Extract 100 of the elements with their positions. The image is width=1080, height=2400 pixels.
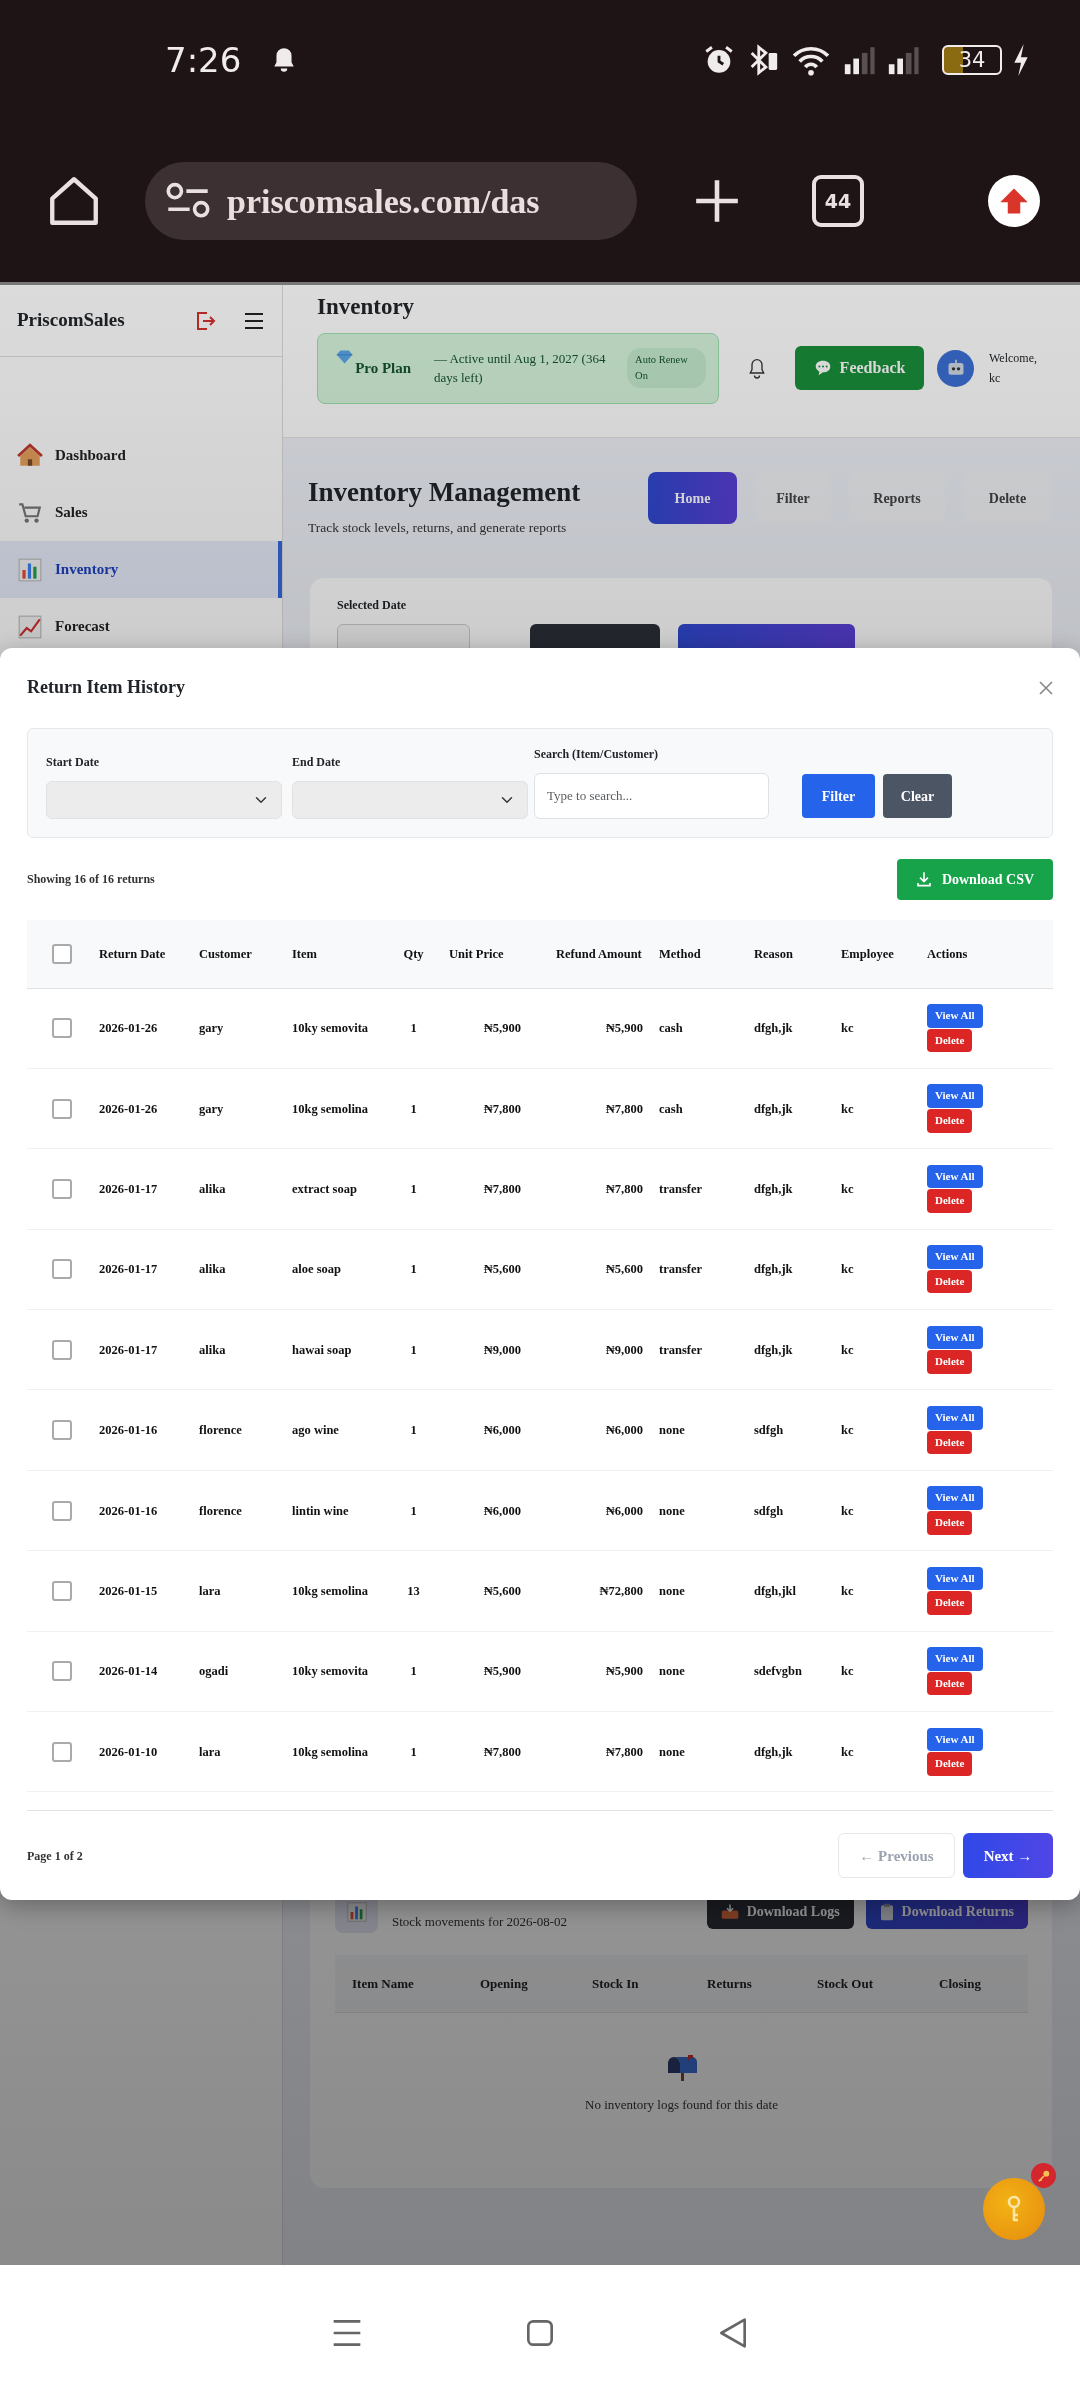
table-cell: kc [833,1470,919,1551]
view-button[interactable]: View All [927,1647,983,1671]
view-button[interactable]: View All [927,1325,983,1350]
table-cell: ₦72,800 [531,1550,651,1632]
update-button[interactable] [988,175,1040,227]
bar-chart-icon [345,1900,368,1923]
page-tab[interactable]: Filter [755,472,831,524]
delete-button[interactable]: Delete [927,1350,973,1374]
table-cell: 2026-01-10 [91,1711,191,1792]
column-header: Returns [707,1974,753,1993]
clear-button[interactable]: Clear [883,774,952,818]
table-cell: 10kg semolina [284,1711,386,1792]
delete-button[interactable]: Delete [927,1591,973,1615]
table-cell: ₦5,900 [531,1631,651,1712]
table-cell: kc [833,1389,919,1471]
row-checkbox[interactable] [52,1339,72,1360]
next-button[interactable]: Next → [963,1833,1053,1879]
mailbox-icon [665,2053,698,2081]
view-button[interactable]: View All [927,1245,983,1269]
table-cell: dfgh,jkl [746,1550,833,1632]
table-cell: sdfgh [746,1389,833,1471]
field-label: Selected Date [337,597,407,614]
view-button[interactable]: View All [927,1004,983,1028]
field-label: Search (Item/Customer) [534,746,660,763]
table-cell: lintin wine [284,1470,386,1551]
table-cell: florence [191,1470,284,1551]
table-cell: gary [191,1068,284,1149]
select-all-checkbox[interactable] [52,943,72,964]
row-checkbox[interactable] [52,1018,72,1039]
table-cell: ₦7,800 [531,1148,651,1230]
page-tab[interactable]: Delete [963,472,1052,524]
table-cell: none [651,1389,746,1471]
column-header: Return Date [91,920,191,988]
row-checkbox[interactable] [52,1500,72,1521]
table-cell: none [651,1470,746,1551]
trend-chart-icon [17,613,43,640]
column-header: Refund Amount [531,920,651,988]
table-cell: ₦7,800 [531,1711,651,1792]
table-cell: ₦6,000 [531,1389,651,1471]
row-checkbox[interactable] [52,1580,72,1601]
table-cell: 1 [386,1068,441,1149]
table-cell: cash [651,988,746,1069]
filter-button[interactable]: Filter [802,774,875,818]
table-cell: kc [833,1631,919,1712]
row-checkbox[interactable] [52,1741,72,1762]
table-cell: dfgh,jk [746,1711,833,1792]
column-header: Stock Out [817,1974,874,1993]
view-button[interactable]: View All [927,1486,983,1511]
gem-icon [336,349,354,366]
address-bar[interactable]: priscomsales.com/das [145,162,637,240]
tab-switcher[interactable]: 44 [812,175,864,227]
delete-button[interactable]: Delete [927,1028,973,1053]
column-header: Actions [919,920,1053,988]
table-cell: sdfgh [746,1470,833,1551]
sidebar-item[interactable]: Inventory [0,541,282,598]
search-field[interactable]: Type to search... [534,773,769,819]
delete-button[interactable]: Delete [927,1430,973,1455]
row-checkbox[interactable] [52,1420,72,1441]
table-cell: kc [833,1309,919,1390]
view-button[interactable]: View All [927,1566,983,1591]
charging-bolt-icon [1012,44,1030,76]
notification-bell-icon[interactable] [747,357,767,380]
key-icon [1005,2195,1023,2223]
row-checkbox[interactable] [52,1098,72,1119]
delete-button[interactable]: Delete [927,1189,973,1214]
plan-name: Pro Plan [355,359,413,379]
battery-level: 34 [942,45,1002,75]
start-date-select[interactable] [46,781,282,819]
table-cell: dfgh,jk [746,1309,833,1390]
menu-icon[interactable] [243,310,265,331]
row-checkbox[interactable] [52,1178,72,1199]
column-header: Reason [746,920,833,988]
delete-button[interactable]: Delete [927,1511,973,1535]
feedback-button[interactable]: Feedback [795,346,924,391]
page-tab[interactable]: Home [648,472,737,524]
table-cell: ₦5,900 [441,1631,531,1712]
table-cell: transfer [651,1229,746,1310]
view-button[interactable]: View All [927,1084,983,1109]
delete-button[interactable]: Delete [927,1109,973,1133]
table-cell: ₦5,600 [531,1229,651,1310]
view-button[interactable]: View All [927,1406,983,1430]
field-label: End Date [292,754,342,771]
row-checkbox[interactable] [52,1259,72,1280]
download-csv-button[interactable]: Download CSV [897,858,1053,900]
house-icon [17,442,43,469]
inbox-tray-icon [720,1903,739,1920]
table-cell: ₦5,900 [531,988,651,1069]
view-button[interactable]: View All [927,1164,983,1189]
column-header: Method [651,920,746,988]
delete-button[interactable]: Delete [927,1752,973,1776]
dialog-title: Return Item History [27,677,185,699]
table-cell: 10kg semolina [284,1550,386,1632]
view-button[interactable]: View All [927,1727,983,1752]
results-count: Showing 16 of 16 returns [27,871,155,888]
row-checkbox[interactable] [52,1661,72,1682]
table-cell: ₦6,000 [531,1470,651,1551]
delete-button[interactable]: Delete [927,1671,973,1696]
delete-button[interactable]: Delete [927,1269,973,1294]
avatar[interactable] [937,349,974,387]
page-tab[interactable]: Reports [849,472,945,524]
